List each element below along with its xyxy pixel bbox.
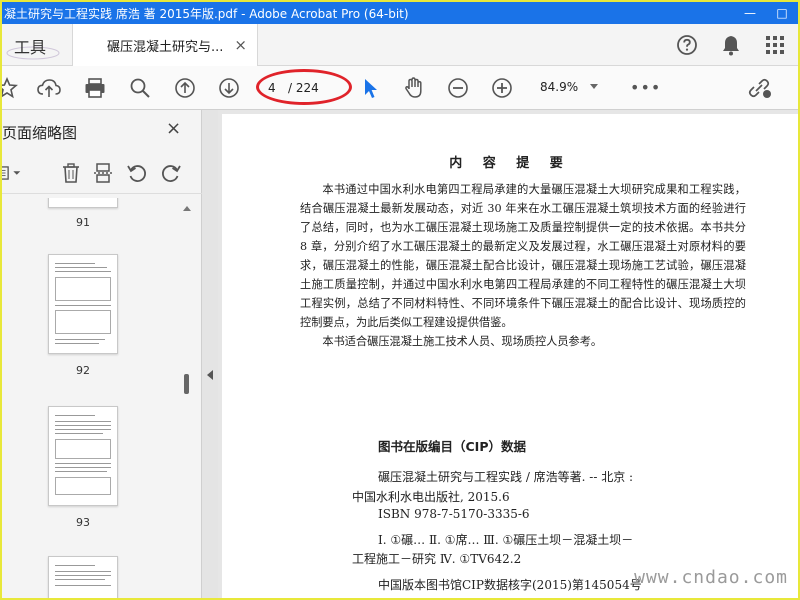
tab-bar: 工具 碾压混凝土研究与... × <box>2 24 798 66</box>
cip-heading: 图书在版编目（CIP）数据 <box>378 439 526 454</box>
apps-grid-icon[interactable] <box>762 32 788 58</box>
options-menu-icon[interactable] <box>2 160 22 186</box>
thumbnail-label: 93 <box>76 516 90 529</box>
tab-document-label: 碾压混凝土研究与... <box>107 39 224 55</box>
highlight-ellipse <box>256 69 352 105</box>
upload-cloud-icon[interactable] <box>36 75 62 101</box>
abstract-body: 本书通过中国水利水电第四工程局承建的大量碾压混凝土大坝研究成果和工程实践，结合碾… <box>300 180 746 351</box>
page-thumbnail[interactable] <box>48 406 118 506</box>
cip-line: Ⅰ. ①碾… Ⅱ. ①席… Ⅲ. ①碾压土坝－混凝土坝－ <box>378 533 634 547</box>
print-icon[interactable] <box>82 75 108 101</box>
zoom-in-icon[interactable] <box>489 75 515 101</box>
next-page-icon[interactable] <box>216 75 242 101</box>
tab-document[interactable]: 碾压混凝土研究与... × <box>72 24 258 66</box>
extract-pages-icon[interactable] <box>90 160 116 186</box>
page-thumbnail[interactable] <box>48 556 118 598</box>
pdf-page: 内 容 提 要 本书通过中国水利水电第四工程局承建的大量碾压混凝土大坝研究成果和… <box>222 114 798 598</box>
rotate-counterclockwise-icon[interactable] <box>124 160 150 186</box>
close-panel-icon[interactable]: × <box>166 118 181 139</box>
cip-line: 工程施工－研究 Ⅳ. ①TV642.2 <box>352 552 522 566</box>
cip-line: 中国水利水电出版社, 2015.6 <box>352 490 510 504</box>
zoom-out-icon[interactable] <box>445 75 471 101</box>
scrollbar-thumb[interactable] <box>184 374 189 394</box>
document-view[interactable]: 内 容 提 要 本书通过中国水利水电第四工程局承建的大量碾压混凝土大坝研究成果和… <box>218 110 798 598</box>
window-title: 凝土研究与工程实践 席浩 著 2015年版.pdf - Adobe Acroba… <box>4 6 409 21</box>
thumbnail-label: 91 <box>76 216 90 229</box>
chevron-down-icon[interactable] <box>590 84 598 89</box>
main-toolbar: 4 / 224 84.9% ••• <box>2 66 798 110</box>
cip-line: 碾压混凝土研究与工程实践 / 席浩等著. -- 北京 : <box>378 470 634 484</box>
panel-title: 页面缩略图 <box>2 124 78 142</box>
thumbnail-scrollbar[interactable] <box>182 206 192 596</box>
delete-trash-icon[interactable] <box>58 160 84 186</box>
select-cursor-icon[interactable] <box>358 75 384 101</box>
collapse-arrow-icon[interactable] <box>207 370 213 380</box>
thumbnail-label: 92 <box>76 364 90 377</box>
thumbnail-list: 91 92 93 <box>2 198 202 598</box>
tab-tools[interactable]: 工具 <box>14 34 46 58</box>
scroll-up-arrow-icon[interactable] <box>183 206 191 211</box>
hand-tool-icon[interactable] <box>401 75 427 101</box>
minimize-button[interactable]: — <box>734 2 766 24</box>
page-thumbnail[interactable] <box>48 254 118 354</box>
page-thumbnails-panel: 页面缩略图 × 91 92 93 <box>2 110 202 598</box>
maximize-button[interactable]: □ <box>766 2 798 24</box>
close-tab-icon[interactable]: × <box>234 36 247 54</box>
title-bar: 凝土研究与工程实践 席浩 著 2015年版.pdf - Adobe Acroba… <box>2 2 798 24</box>
notification-bell-icon[interactable] <box>718 32 744 58</box>
help-icon[interactable] <box>674 32 700 58</box>
rotate-clockwise-icon[interactable] <box>158 160 184 186</box>
abstract-paragraph: 本书通过中国水利水电第四工程局承建的大量碾压混凝土大坝研究成果和工程实践，结合碾… <box>300 183 746 329</box>
more-tools-icon[interactable]: ••• <box>630 78 661 97</box>
abstract-paragraph: 本书适合碾压混凝土施工技术人员、现场质控人员参考。 <box>322 335 603 348</box>
share-link-icon[interactable] <box>746 75 772 101</box>
bookmark-star-icon[interactable] <box>2 75 20 101</box>
cip-line: ISBN 978-7-5170-3335-6 <box>378 507 530 521</box>
page-thumbnail[interactable] <box>48 198 118 208</box>
acrobat-window: 凝土研究与工程实践 席浩 著 2015年版.pdf - Adobe Acroba… <box>2 2 798 598</box>
panel-collapse-handle[interactable] <box>202 110 218 598</box>
site-watermark: www.cndao.com <box>634 567 788 588</box>
zoom-level-select[interactable]: 84.9% <box>540 80 578 94</box>
abstract-heading: 内 容 提 要 <box>449 156 571 171</box>
thumbnail-toolbar <box>2 154 202 194</box>
previous-page-icon[interactable] <box>172 75 198 101</box>
zoom-search-icon[interactable] <box>127 75 153 101</box>
cip-line: 中国版本图书馆CIP数据核字(2015)第145054号 <box>378 578 642 592</box>
